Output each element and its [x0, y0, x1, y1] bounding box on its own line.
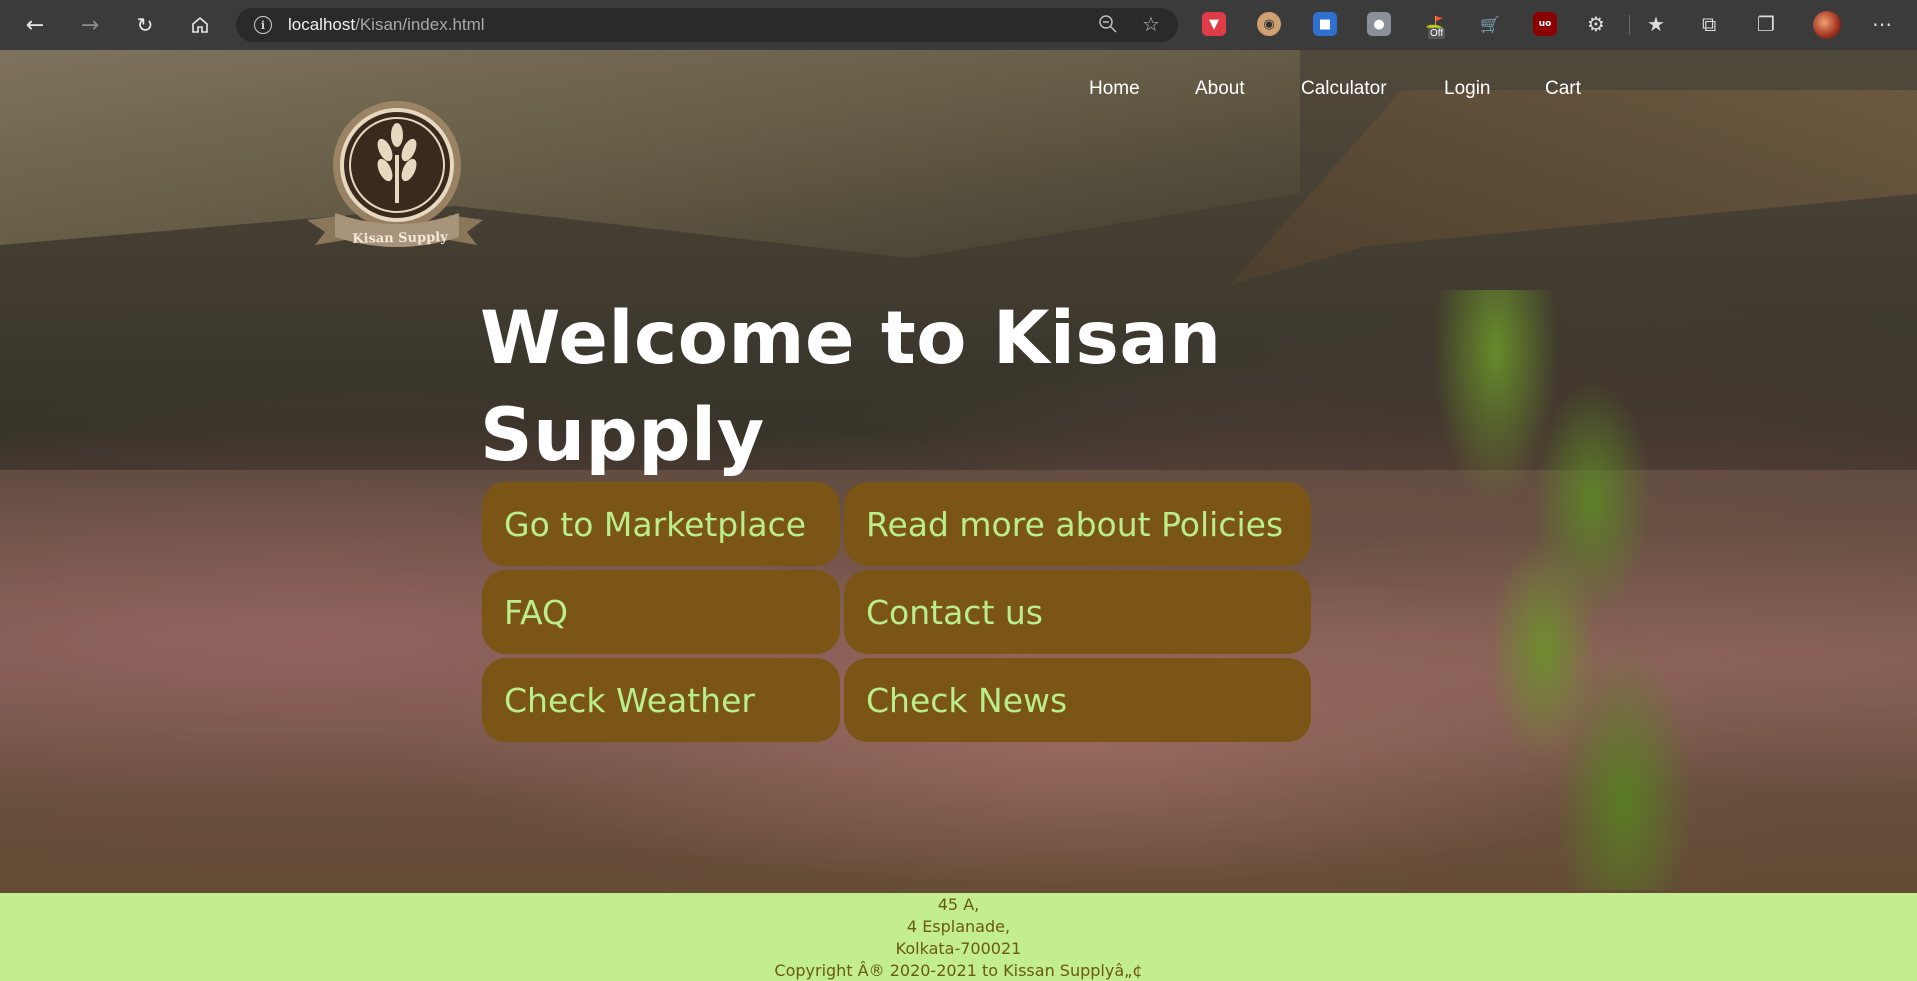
- marketplace-button[interactable]: Go to Marketplace: [482, 482, 840, 566]
- extension-off-badge: Off: [1428, 28, 1446, 39]
- more-menu-icon[interactable]: ⋯: [1872, 12, 1892, 36]
- ublock-extension-icon[interactable]: uo: [1533, 12, 1557, 36]
- nav-login-link[interactable]: Login: [1444, 78, 1491, 100]
- back-icon[interactable]: ←: [20, 10, 50, 40]
- welcome-heading: Welcome to Kisan Supply: [480, 290, 1240, 484]
- extensions-icon[interactable]: ⚙: [1587, 12, 1605, 36]
- forward-icon[interactable]: →: [75, 10, 105, 40]
- nav-calculator-link[interactable]: Calculator: [1301, 78, 1387, 100]
- page-footer: 45 A, 4 Esplanade, Kolkata-700021 Copyri…: [0, 893, 1917, 981]
- nav-about-link[interactable]: About: [1195, 78, 1245, 100]
- footer-address-line1: 45 A,: [937, 895, 980, 914]
- background-plant: [1400, 290, 1720, 890]
- collections-icon[interactable]: ⧉: [1702, 12, 1716, 36]
- policies-button[interactable]: Read more about Policies: [844, 482, 1311, 566]
- faq-button[interactable]: FAQ: [482, 570, 840, 654]
- address-bar[interactable]: i localhost/Kisan/index.html ☆: [236, 8, 1178, 42]
- welcome-heading-line2: Supply: [480, 393, 765, 478]
- url-text[interactable]: localhost/Kisan/index.html: [288, 15, 485, 35]
- footer-copyright: Copyright Â® 2020-2021 to Kissan Supplyâ…: [774, 961, 1143, 980]
- owl-extension-icon[interactable]: ◉: [1257, 12, 1281, 36]
- news-button[interactable]: Check News: [844, 658, 1311, 742]
- add-favorite-icon[interactable]: ☆: [1142, 12, 1160, 36]
- nav-cart-link[interactable]: Cart: [1545, 78, 1581, 100]
- weather-button[interactable]: Check Weather: [482, 658, 840, 742]
- cart-extension-icon[interactable]: 🛒: [1478, 12, 1502, 36]
- favorites-icon[interactable]: ★: [1647, 12, 1665, 36]
- zoom-icon[interactable]: [1098, 14, 1118, 39]
- kisan-supply-logo[interactable]: Kisan Supply: [305, 95, 485, 285]
- url-host: localhost: [288, 15, 356, 34]
- contact-button[interactable]: Contact us: [844, 570, 1311, 654]
- main-nav: Home About Calculator Login Cart: [0, 78, 1917, 108]
- logo-text: Kisan Supply: [352, 230, 448, 247]
- badge-extension-icon[interactable]: ●: [1367, 12, 1391, 36]
- hero-section: Kisan Supply Home About Calculator Login…: [0, 50, 1917, 893]
- site-info-icon[interactable]: i: [254, 16, 272, 34]
- footer-address-line2: 4 Esplanade,: [906, 917, 1011, 936]
- nav-home-link[interactable]: Home: [1089, 78, 1140, 100]
- browser-toolbar: ← → ↻ i localhost/Kisan/index.html ☆ ▼ ◉…: [0, 0, 1917, 50]
- url-path: /Kisan/index.html: [355, 15, 485, 34]
- footer-address-line3: Kolkata-700021: [895, 939, 1022, 958]
- welcome-heading-line1: Welcome to Kisan: [480, 296, 1222, 381]
- screen-extension-icon[interactable]: ■: [1313, 12, 1337, 36]
- profile-avatar[interactable]: [1813, 11, 1841, 39]
- pocket-extension-icon[interactable]: ▼: [1202, 12, 1226, 36]
- refresh-icon[interactable]: ↻: [130, 10, 160, 40]
- toolbar-divider: [1629, 15, 1630, 35]
- share-icon[interactable]: ❐: [1757, 12, 1775, 36]
- home-icon[interactable]: [185, 10, 215, 40]
